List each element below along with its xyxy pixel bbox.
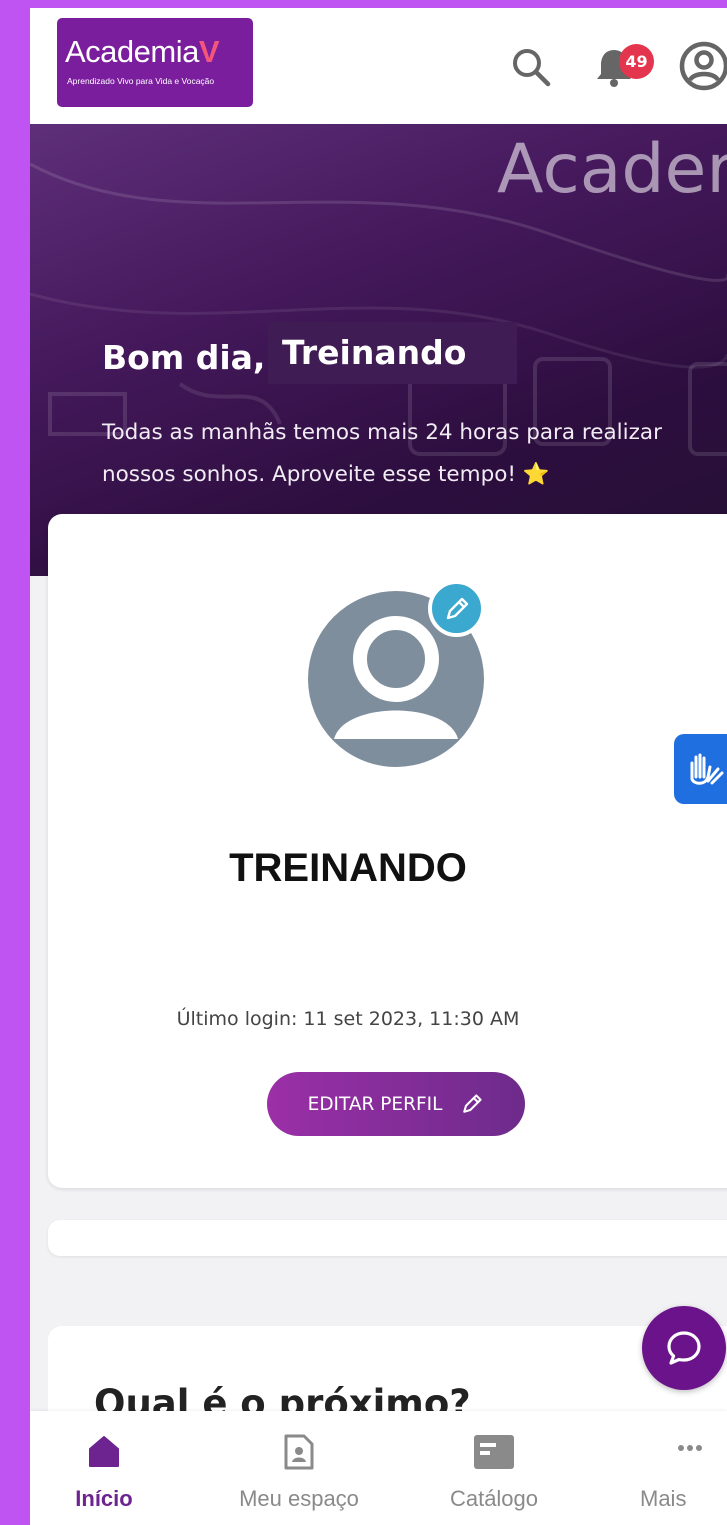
nav-label-mais: Mais: [640, 1486, 687, 1511]
nav-label-catalogo: Catálogo: [449, 1486, 539, 1511]
nav-label-inicio: Início: [75, 1486, 133, 1511]
hero-watermark: Acader: [497, 130, 727, 209]
nav-item-mais[interactable]: Mais: [640, 1411, 727, 1525]
chat-bubble-icon: [667, 1331, 701, 1365]
chat-button[interactable]: [642, 1306, 726, 1390]
sign-language-hands-icon: [690, 753, 724, 785]
nav-item-catalogo[interactable]: Catálogo: [424, 1411, 564, 1525]
account-icon[interactable]: [678, 40, 727, 92]
search-icon[interactable]: [510, 46, 552, 88]
profile-document-icon: [284, 1434, 314, 1470]
home-icon: [89, 1436, 119, 1467]
accessibility-sign-language-button[interactable]: [674, 734, 727, 804]
empty-card: [48, 1220, 727, 1256]
notification-badge: 49: [619, 44, 654, 79]
last-login-text: Último login: 11 set 2023, 11:30 AM: [176, 1008, 520, 1030]
logo-text: AcademiaV: [65, 34, 220, 69]
catalog-icon: [474, 1435, 514, 1469]
greeting-name: Treinando: [268, 322, 517, 384]
edit-profile-label: EDITAR PERFIL: [307, 1093, 443, 1115]
hero-banner: Acader Bom dia, Treinando Todas as manhã…: [30, 124, 727, 576]
edit-avatar-button[interactable]: [428, 580, 485, 637]
app-logo[interactable]: AcademiaV Aprendizado Vivo para Vida e V…: [57, 18, 253, 107]
nav-label-meu-espaco: Meu espaço: [239, 1486, 359, 1511]
profile-name: TREINANDO: [229, 846, 467, 890]
logo-tagline: Aprendizado Vivo para Vida e Vocação: [67, 76, 215, 86]
greeting-prefix: Bom dia,: [102, 338, 266, 377]
app-screen: AcademiaV Aprendizado Vivo para Vida e V…: [30, 8, 727, 1525]
profile-card: TREINANDO Último login: 11 set 2023, 11:…: [48, 514, 727, 1188]
pencil-icon: [463, 1094, 482, 1113]
bottom-navigation: Início Meu espaço Catálogo Mais: [30, 1411, 727, 1525]
nav-item-inicio[interactable]: Início: [44, 1411, 164, 1525]
greeting-message: Todas as manhãs temos mais 24 horas para…: [102, 420, 662, 487]
nav-item-meu-espaco[interactable]: Meu espaço: [219, 1411, 379, 1525]
top-bar: AcademiaV Aprendizado Vivo para Vida e V…: [30, 8, 727, 124]
edit-profile-button[interactable]: EDITAR PERFIL: [267, 1072, 525, 1136]
more-icon: [678, 1445, 702, 1451]
pencil-icon: [446, 597, 468, 619]
